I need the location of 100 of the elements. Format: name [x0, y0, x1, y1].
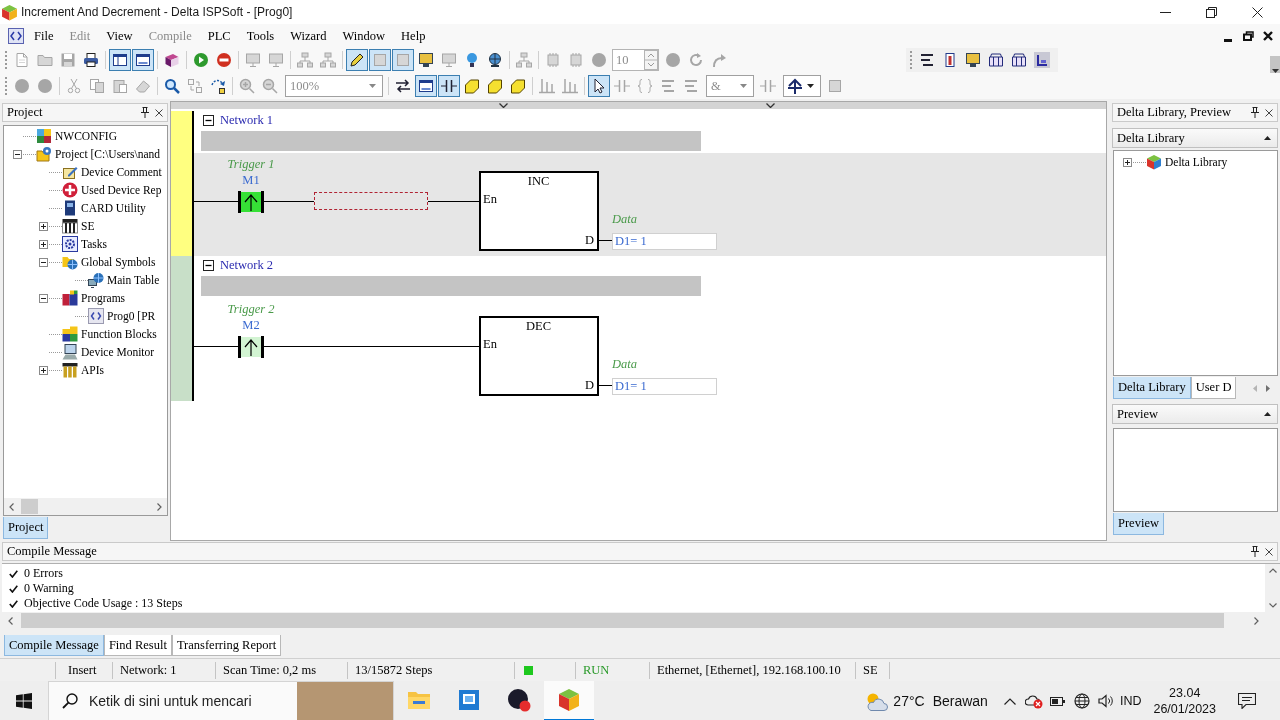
menu-item[interactable]: Window — [334, 26, 394, 45]
menu-item[interactable]: Tools — [238, 26, 283, 45]
scroll-down-icon[interactable] — [1268, 603, 1277, 608]
scroll-right-icon[interactable] — [157, 502, 162, 511]
expand-icon[interactable] — [39, 365, 48, 375]
tree-item[interactable]: SE — [81, 220, 95, 232]
close-icon[interactable] — [1265, 108, 1273, 117]
comment-field[interactable] — [201, 276, 701, 296]
scroll-left-icon[interactable] — [8, 616, 13, 625]
tree-item[interactable]: Used Device Rep — [81, 184, 162, 196]
menu-item[interactable]: File — [26, 26, 62, 45]
panel-tab[interactable]: Project — [3, 517, 49, 539]
chevron-down-icon[interactable] — [766, 103, 775, 108]
pin-icon[interactable] — [1251, 546, 1259, 557]
rising-edge-contact[interactable] — [238, 191, 264, 213]
collapse-icon[interactable] — [203, 115, 214, 126]
tree-item[interactable]: Tasks — [81, 238, 108, 250]
folder-gear-icon — [36, 146, 52, 162]
network-icon — [516, 52, 532, 68]
panel-tab[interactable]: Find Result — [103, 635, 172, 656]
monitor-icon — [441, 52, 457, 68]
search-field[interactable]: Ketik di sini untuk mencari — [48, 681, 394, 720]
menu-item[interactable]: View — [98, 26, 141, 45]
window-icon — [418, 78, 434, 94]
tree-item[interactable]: Project [C:\Users\nand — [55, 148, 161, 160]
pen-icon — [349, 52, 365, 68]
expand-icon[interactable] — [1123, 157, 1132, 167]
search-icon — [164, 78, 180, 94]
dropdown[interactable] — [783, 75, 821, 97]
expand-icon[interactable] — [39, 239, 48, 249]
curved-arrow-icon — [711, 52, 727, 68]
collapse-icon[interactable] — [39, 257, 48, 267]
cloud-alert-icon[interactable] — [1024, 693, 1043, 709]
network-marker[interactable] — [171, 111, 192, 256]
toolbar-button[interactable] — [346, 49, 368, 71]
tree-item[interactable]: Global Symbols — [81, 256, 156, 268]
panel-tab[interactable]: Preview — [1113, 513, 1164, 535]
scrollbar-thumb[interactable] — [21, 613, 1224, 628]
circle-badge-icon — [507, 688, 531, 712]
expand-icon[interactable] — [39, 221, 48, 231]
tree-item[interactable]: Device Comment — [81, 166, 162, 178]
tree-item[interactable]: Prog0 [PR — [107, 310, 156, 322]
function-block[interactable]: INC En D — [479, 171, 599, 251]
collapse-icon[interactable] — [13, 149, 22, 159]
tree-item[interactable]: CARD Utility — [81, 202, 146, 214]
close-icon — [1263, 30, 1273, 41]
scroll-right-icon[interactable] — [1254, 616, 1259, 625]
contact-label: Trigger 2 — [227, 301, 275, 317]
network-title[interactable]: Network 2 — [220, 258, 274, 273]
toolbar-button[interactable] — [109, 49, 131, 71]
language-button[interactable]: IND — [1115, 681, 1146, 720]
comment-field[interactable] — [201, 131, 701, 151]
scroll-up-icon[interactable] — [1268, 568, 1277, 573]
panel-tab[interactable]: Delta Library — [1113, 377, 1191, 399]
clock-button[interactable]: 23.04 26/01/2023 — [1145, 681, 1224, 720]
scrollbar-thumb[interactable] — [21, 499, 38, 514]
rising-edge-contact[interactable] — [238, 336, 264, 358]
panel-tab[interactable]: User D — [1190, 377, 1237, 399]
tree-item[interactable]: Device Monitor — [81, 346, 155, 358]
panel-tab[interactable]: Compile Message — [4, 635, 104, 656]
tree-item[interactable]: APIs — [81, 364, 104, 376]
tree-item[interactable]: Programs — [81, 292, 126, 304]
toolbar-button[interactable] — [1031, 49, 1053, 71]
speaker-icon[interactable] — [1097, 694, 1114, 708]
toolbar-button[interactable] — [132, 49, 154, 71]
tree-item[interactable]: NWCONFIG — [55, 130, 117, 142]
collapse-icon[interactable] — [39, 293, 48, 303]
toolbar-button[interactable] — [588, 75, 610, 97]
pin-icon[interactable] — [141, 107, 149, 118]
collapse-arrow-icon[interactable] — [1264, 412, 1271, 416]
status-text: Network: 1 — [120, 662, 177, 678]
collapse-icon[interactable] — [203, 260, 214, 271]
tree-item[interactable]: Delta Library — [1165, 156, 1228, 168]
chevron-up-icon[interactable] — [1003, 697, 1016, 705]
function-block[interactable]: DEC En D — [479, 316, 599, 396]
tree-item[interactable]: Function Blocks — [81, 328, 157, 340]
network-marker[interactable] — [171, 256, 192, 401]
battery-icon[interactable] — [1049, 694, 1066, 708]
close-icon[interactable] — [155, 108, 163, 117]
pin-icon[interactable] — [1251, 107, 1259, 118]
notification-icon[interactable] — [1238, 693, 1256, 709]
menu-item[interactable]: Wizard — [282, 26, 335, 45]
scroll-left-icon[interactable] — [9, 502, 14, 511]
collapse-arrow-icon[interactable] — [1264, 136, 1271, 140]
toolbar-button[interactable] — [438, 75, 460, 97]
chevron-down-icon[interactable] — [499, 103, 508, 108]
windows-logo-icon — [16, 693, 32, 709]
bars-icon — [562, 78, 578, 94]
program-icon[interactable] — [8, 27, 24, 44]
tree-item[interactable]: Main Table — [107, 274, 160, 286]
globe-icon[interactable] — [1073, 693, 1090, 709]
toolbar-button[interactable] — [415, 75, 437, 97]
menu-item[interactable]: PLC — [199, 26, 239, 45]
weather-widget[interactable]: 27°C Berawan — [860, 681, 992, 720]
panel-tab[interactable]: Transferring Report — [171, 635, 282, 656]
empty-cell-cursor[interactable] — [314, 192, 428, 210]
menu-item[interactable]: Help — [393, 26, 434, 45]
close-icon[interactable] — [1265, 547, 1273, 556]
scroll-right-icon[interactable] — [1266, 384, 1270, 392]
network-title[interactable]: Network 1 — [220, 113, 274, 128]
